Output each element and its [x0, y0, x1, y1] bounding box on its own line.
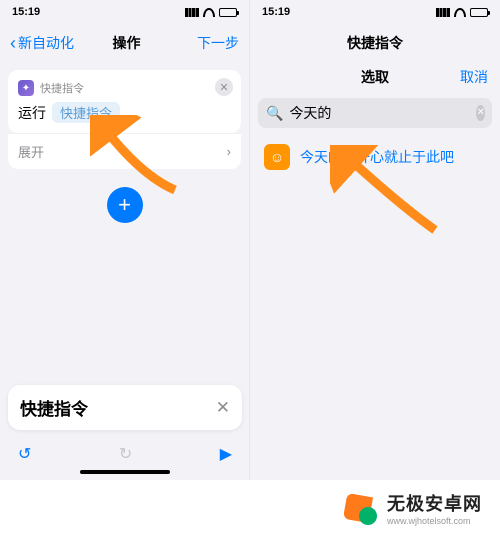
redo-button: ↻: [119, 444, 132, 464]
watermark-name: 无极安卓网: [387, 490, 482, 516]
watermark-logo-icon: [343, 491, 377, 525]
cancel-button[interactable]: 取消: [460, 67, 488, 87]
home-indicator[interactable]: [80, 470, 170, 474]
bottom-toolbar: ↺ ↻ ▶: [0, 438, 250, 468]
nav-bar: 快捷指令: [250, 24, 500, 62]
phone-left: 15:19 ‹ 新自动化 操作 下一步 ✦ 快捷指令 运行: [0, 0, 250, 480]
expand-row[interactable]: 展开 ›: [8, 133, 241, 169]
remove-action-button[interactable]: ✕: [215, 78, 233, 96]
shortcut-param-pill[interactable]: 快捷指令: [52, 102, 120, 123]
card-header: ✦ 快捷指令: [18, 80, 231, 96]
watermark: 无极安卓网 www.wjhotelsoft.com: [0, 480, 500, 535]
picker-title: 选取: [361, 67, 389, 87]
nav-back-label: 新自动化: [18, 33, 74, 53]
undo-button[interactable]: ↺: [18, 444, 31, 464]
phone-right: 15:19 快捷指令 选取 取消 🔍 ✕ ☺ 今天的不开心就止于此吧: [250, 0, 500, 480]
wifi-icon: [454, 8, 466, 17]
search-bar[interactable]: 🔍 ✕: [258, 98, 492, 128]
add-action-button[interactable]: +: [107, 187, 143, 223]
signal-icon: [436, 8, 450, 17]
chevron-right-icon: ›: [227, 144, 231, 159]
card-run-label: 运行: [18, 103, 46, 123]
expand-label: 展开: [18, 142, 44, 161]
status-time: 15:19: [12, 6, 40, 18]
shortcuts-app-icon: ✦: [18, 80, 34, 96]
nav-title: 操作: [74, 33, 179, 53]
battery-icon: [470, 8, 488, 17]
result-label: 今天的不开心就止于此吧: [300, 147, 454, 167]
nav-bar: ‹ 新自动化 操作 下一步: [0, 24, 249, 62]
wifi-icon: [203, 8, 215, 17]
close-icon[interactable]: ✕: [216, 398, 230, 418]
status-time: 15:19: [262, 6, 290, 18]
shortcut-name-label: 快捷指令: [20, 395, 88, 420]
card-app-label: 快捷指令: [40, 80, 84, 96]
signal-icon: [185, 8, 199, 17]
nav-next-button[interactable]: 下一步: [179, 33, 239, 53]
chevron-left-icon: ‹: [10, 34, 16, 52]
status-bar: 15:19: [250, 0, 500, 24]
search-icon: 🔍: [266, 105, 283, 122]
shortcut-result-icon: ☺: [264, 144, 290, 170]
nav-back-button[interactable]: ‹ 新自动化: [10, 33, 74, 53]
nav-next-label: 下一步: [197, 33, 239, 53]
action-card[interactable]: ✦ 快捷指令 运行 快捷指令 ✕: [8, 70, 241, 133]
nav-title: 快捷指令: [320, 33, 430, 53]
watermark-url: www.wjhotelsoft.com: [387, 516, 482, 526]
battery-icon: [219, 8, 237, 17]
play-button[interactable]: ▶: [220, 444, 232, 464]
search-result-row[interactable]: ☺ 今天的不开心就止于此吧: [250, 134, 500, 180]
clear-search-button[interactable]: ✕: [476, 105, 484, 121]
search-input[interactable]: [289, 105, 470, 121]
status-indicators: [185, 8, 237, 17]
status-indicators: [436, 8, 488, 17]
picker-header: 选取 取消: [250, 62, 500, 92]
shortcut-name-card[interactable]: 快捷指令 ✕: [8, 385, 242, 430]
status-bar: 15:19: [0, 0, 249, 24]
